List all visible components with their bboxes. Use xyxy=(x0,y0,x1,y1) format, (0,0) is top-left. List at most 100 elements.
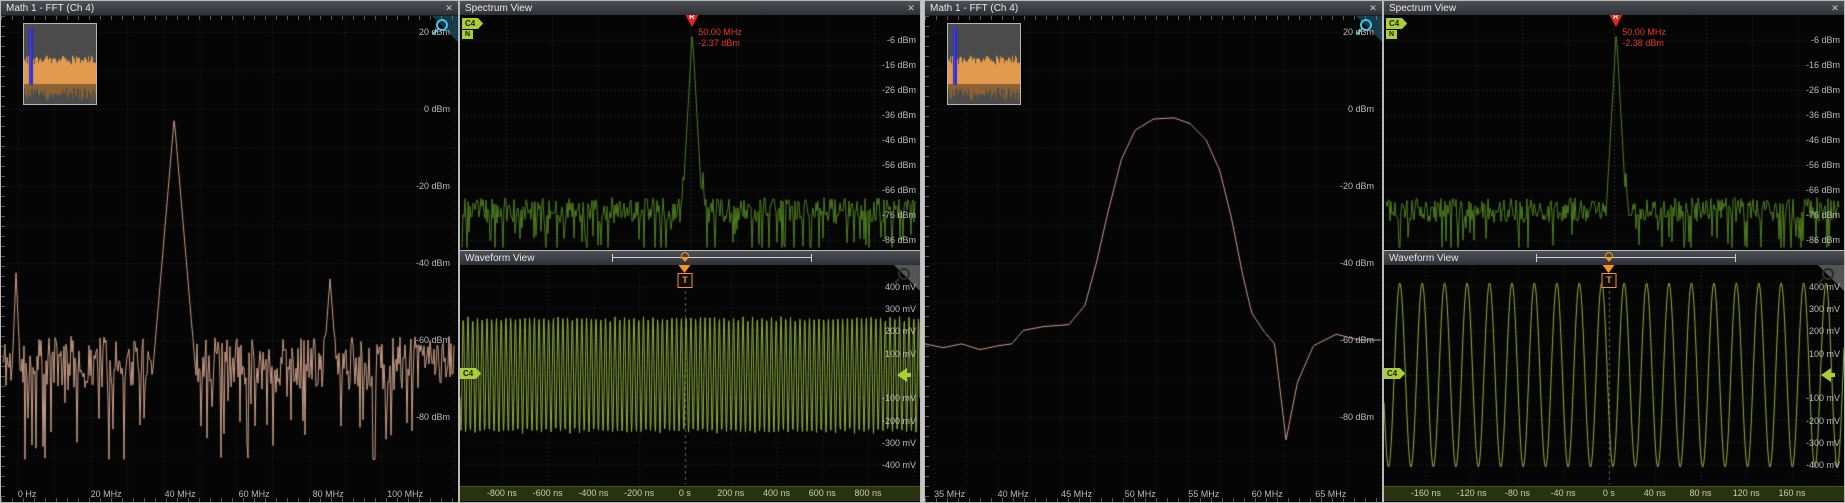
fft-x-axis-label: 20 MHz xyxy=(91,489,122,499)
magnifier-icon[interactable] xyxy=(898,268,910,280)
spectrum-y-axis-label: -66 dBm xyxy=(1806,185,1840,195)
fft-y-axis-label: -80 dBm xyxy=(416,412,450,422)
fft-x-axis-label: 50 MHz xyxy=(1125,489,1156,499)
waveform-titlebar[interactable]: Waveform View xyxy=(1384,251,1844,266)
fft-preview-thumbnail[interactable] xyxy=(947,23,1021,105)
right-display-half: Math 1 - FFT (Ch 4) ✕ 20 dBm0 dBm-20 dBm… xyxy=(924,0,1845,503)
horizontal-position-scrollbar[interactable] xyxy=(1536,254,1736,262)
fft-titlebar[interactable]: Math 1 - FFT (Ch 4) ✕ xyxy=(925,1,1382,16)
trigger-marker[interactable]: T xyxy=(1601,265,1616,288)
waveform-plot[interactable]: T C4 400 mV300 mV200 mV100 mV-100 mV-200… xyxy=(460,265,920,486)
fft-x-axis-label: 40 MHz xyxy=(998,489,1029,499)
fft-y-axis-label: 20 dBm xyxy=(1343,27,1374,37)
trigger-level-arrow-icon[interactable] xyxy=(1821,368,1831,382)
fft-x-axis-label: 100 MHz xyxy=(387,489,423,499)
reference-marker-icon[interactable]: R xyxy=(1609,15,1623,27)
fft-y-axis-label: 20 dBm xyxy=(419,27,450,37)
spectrum-plot[interactable]: C4 N R 50.00 MHz -2.37 dBm -6 dBm-16 dBm… xyxy=(460,15,920,250)
fft-y-axis-label: -20 dBm xyxy=(1340,181,1374,191)
waveform-y-axis-label: 200 mV xyxy=(885,326,916,336)
fft-y-axis-label: -60 dBm xyxy=(1340,335,1374,345)
fft-y-axis-label: -40 dBm xyxy=(416,258,450,268)
oscilloscope-screen: Math 1 - FFT (Ch 4) ✕ 20 dBm 0 dBm -20 dBm… xyxy=(0,0,1845,503)
fft-x-axis-label: 40 MHz xyxy=(165,489,196,499)
waveform-time-axis-label: -80 ns xyxy=(1505,488,1530,498)
waveform-time-axis-label: -40 ns xyxy=(1551,488,1576,498)
waveform-time-axis-label: -120 ns xyxy=(1457,488,1487,498)
spectrum-view-panel: Spectrum View ✕ C4 N R 50.00 MHz -2.37 d… xyxy=(460,1,920,250)
spectrum-plot[interactable]: C4 N R 50.00 MHz -2.38 dBm -6 dBm-16 dBm… xyxy=(1384,15,1844,250)
waveform-y-axis-label: -200 mV xyxy=(882,416,916,426)
close-icon[interactable]: ✕ xyxy=(1367,1,1379,16)
fft-title: Math 1 - FFT (Ch 4) xyxy=(6,3,94,14)
magnifier-icon[interactable] xyxy=(1822,268,1834,280)
waveform-y-axis-label: 200 mV xyxy=(1809,326,1840,336)
close-icon[interactable]: ✕ xyxy=(443,1,455,16)
spectrum-y-axis-label: -16 dBm xyxy=(1806,60,1840,70)
waveform-canvas xyxy=(1384,265,1844,486)
fft-top-ticks xyxy=(1,16,458,20)
spectrum-canvas xyxy=(460,15,920,250)
waveform-y-axis-label: 300 mV xyxy=(1809,304,1840,314)
spectrum-titlebar[interactable]: Spectrum View ✕ xyxy=(1384,1,1844,16)
spectrum-titlebar[interactable]: Spectrum View ✕ xyxy=(460,1,920,16)
fft-x-axis-label: 0 Hz xyxy=(18,489,37,499)
waveform-y-axis-label: -100 mV xyxy=(1806,393,1840,403)
waveform-plot[interactable]: T C4 400 mV300 mV200 mV100 mV-100 mV-200… xyxy=(1384,265,1844,486)
math-fft-window: Math 1 - FFT (Ch 4) ✕ 20 dBm0 dBm-20 dBm… xyxy=(1,1,458,502)
fft-title: Math 1 - FFT (Ch 4) xyxy=(930,3,1018,14)
close-icon[interactable]: ✕ xyxy=(905,1,917,16)
spectrum-y-axis-label: -26 dBm xyxy=(1806,85,1840,95)
fft-y-axis-label: -80 dBm xyxy=(1340,412,1374,422)
waveform-y-axis-label: -300 mV xyxy=(882,438,916,448)
fft-x-axis-label: 55 MHz xyxy=(1188,489,1219,499)
marker-frequency: 50.00 MHz xyxy=(698,27,742,38)
fft-titlebar[interactable]: Math 1 - FFT (Ch 4) ✕ xyxy=(1,1,458,16)
fft-x-axis-label: 65 MHz xyxy=(1315,489,1346,499)
fft-preview-thumbnail[interactable] xyxy=(23,23,97,105)
fft-x-axis-label: 80 MHz xyxy=(313,489,344,499)
trigger-marker[interactable]: T xyxy=(677,265,692,288)
waveform-y-axis-label: 100 mV xyxy=(885,349,916,359)
marker-readout: 50.00 MHz -2.37 dBm xyxy=(698,27,742,49)
waveform-time-axis-label: -400 ns xyxy=(578,488,608,498)
spectrum-canvas xyxy=(1384,15,1844,250)
waveform-time-axis-label: -160 ns xyxy=(1411,488,1441,498)
close-icon[interactable]: ✕ xyxy=(1829,1,1841,16)
horizontal-position-scrollbar[interactable] xyxy=(612,254,812,262)
spectrum-y-axis-label: -76 dBm xyxy=(1806,210,1840,220)
waveform-title: Waveform View xyxy=(465,253,534,264)
trigger-t-icon: T xyxy=(677,273,692,288)
waveform-titlebar[interactable]: Waveform View xyxy=(460,251,920,266)
waveform-time-axis-label: 400 ns xyxy=(763,488,790,498)
spectrum-y-axis-label: -6 dBm xyxy=(887,35,916,45)
trigger-arrow-icon xyxy=(1603,265,1615,273)
normal-trace-badge[interactable]: N xyxy=(462,30,473,39)
fft-x-axis-label: 60 MHz xyxy=(239,489,270,499)
normal-trace-badge[interactable]: N xyxy=(1386,30,1397,39)
fft-plot[interactable]: 20 dBm0 dBm-20 dBm-40 dBm-60 dBm-80 dBm … xyxy=(1,16,458,502)
trigger-level-arrow-icon[interactable] xyxy=(897,368,907,382)
waveform-y-axis-label: 400 mV xyxy=(885,282,916,292)
fft-x-axis-label: 60 MHz xyxy=(1252,489,1283,499)
spectrum-y-axis-label: -86 dBm xyxy=(882,235,916,245)
fft-y-axis-label: 0 dBm xyxy=(424,104,450,114)
spectrum-y-axis-label: -26 dBm xyxy=(882,85,916,95)
fft-y-axis-label: -60 dBm xyxy=(416,335,450,345)
fft-plot[interactable]: 20 dBm0 dBm-20 dBm-40 dBm-60 dBm-80 dBm … xyxy=(925,16,1382,502)
waveform-time-axis-label: 0 s xyxy=(1603,488,1615,498)
waveform-time-axis: -160 ns-120 ns-80 ns-40 ns0 s40 ns80 ns1… xyxy=(1384,486,1844,501)
spectrum-y-axis-label: -66 dBm xyxy=(882,185,916,195)
spectrum-y-axis-label: -36 dBm xyxy=(882,110,916,120)
waveform-time-axis-label: 200 ns xyxy=(717,488,744,498)
spectrum-y-axis-label: -46 dBm xyxy=(1806,135,1840,145)
spectrum-view-panel: Spectrum View ✕ C4 N R 50.00 MHz -2.38 d… xyxy=(1384,1,1844,250)
waveform-time-axis-label: -800 ns xyxy=(487,488,517,498)
waveform-time-axis-label: 160 ns xyxy=(1779,488,1806,498)
math-fft-window: Math 1 - FFT (Ch 4) ✕ 20 dBm0 dBm-20 dBm… xyxy=(925,1,1382,502)
reference-marker-icon[interactable]: R xyxy=(685,15,699,27)
waveform-time-axis: -800 ns-600 ns-400 ns-200 ns0 s200 ns400… xyxy=(460,486,920,501)
spectrum-y-axis-label: -46 dBm xyxy=(882,135,916,145)
spectrum-y-axis-label: -86 dBm xyxy=(1806,235,1840,245)
spectrum-y-axis-label: -76 dBm xyxy=(882,210,916,220)
